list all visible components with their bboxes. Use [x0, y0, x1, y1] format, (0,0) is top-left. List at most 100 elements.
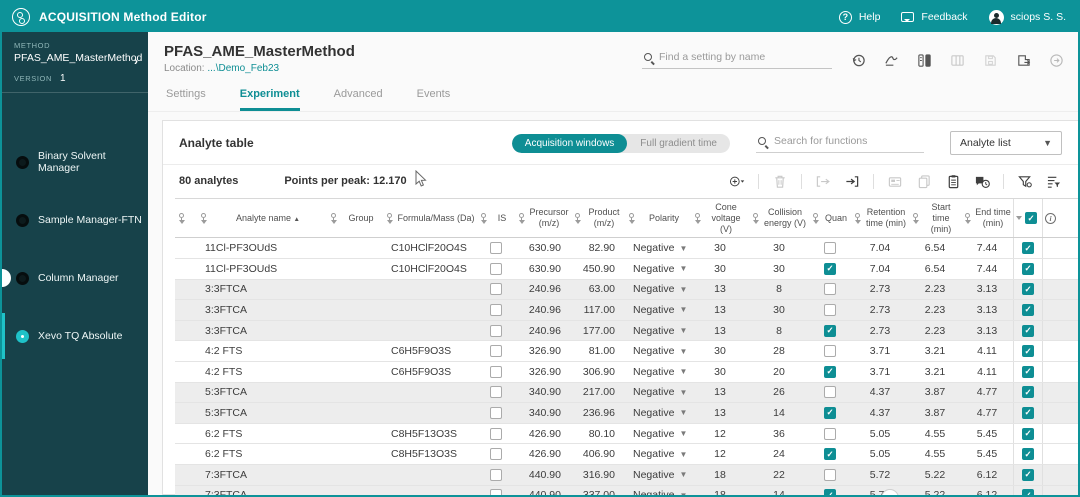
find-setting-search[interactable]: Find a setting by name	[642, 49, 832, 69]
cell-sel[interactable]	[1013, 258, 1043, 279]
cell-ce[interactable]: 30	[749, 238, 809, 258]
pin-icon[interactable]	[201, 212, 206, 222]
quan-checkbox[interactable]	[824, 427, 836, 440]
cell-ce[interactable]: 30	[749, 300, 809, 320]
pin-icon[interactable]	[855, 212, 860, 222]
cell-ce[interactable]: 20	[749, 362, 809, 382]
row-select-checkbox[interactable]	[1022, 303, 1034, 316]
cell-quan[interactable]	[809, 486, 851, 495]
cell-cone[interactable]: 30	[691, 341, 749, 361]
cell-name[interactable]: 5:3FTCA	[197, 383, 327, 403]
cell-group[interactable]	[327, 321, 383, 341]
cell-precursor[interactable]: 340.90	[515, 383, 571, 403]
cell-name[interactable]: 3:3FTCA	[197, 321, 327, 341]
is-checkbox[interactable]	[490, 303, 502, 316]
cell-end[interactable]: 5.45	[961, 424, 1013, 444]
cell-product[interactable]: 316.90	[571, 465, 625, 485]
cell-rt[interactable]: 3.71	[851, 362, 909, 382]
column-header-info[interactable]: i	[1043, 199, 1063, 237]
is-checkbox[interactable]	[490, 283, 502, 296]
row-filter-icon[interactable]	[1046, 173, 1062, 189]
tab-events[interactable]: Events	[417, 88, 451, 111]
cell-end[interactable]: 3.13	[961, 321, 1013, 341]
cell-is[interactable]	[477, 280, 515, 300]
cell-name[interactable]: 4:2 FTS	[197, 341, 327, 361]
feedback-link[interactable]: Feedback	[921, 11, 967, 23]
cell-cone[interactable]: 18	[691, 486, 749, 495]
quan-checkbox[interactable]	[824, 324, 836, 337]
cell-product[interactable]: 117.00	[571, 300, 625, 320]
cell-name[interactable]: 3:3FTCA	[197, 300, 327, 320]
toggle-full-gradient-time[interactable]: Full gradient time	[627, 134, 730, 153]
cell-name[interactable]: 4:2 FTS	[197, 362, 327, 382]
add-function-icon[interactable]	[729, 173, 745, 189]
cell-is[interactable]	[477, 341, 515, 361]
cell-quan[interactable]	[809, 259, 851, 279]
column-header-sel[interactable]	[1013, 199, 1043, 238]
cell-polarity[interactable]: Negative ▼	[625, 259, 691, 279]
cell-cone[interactable]: 13	[691, 403, 749, 423]
cell-ce[interactable]: 26	[749, 383, 809, 403]
sidebar-item-binary-solvent-manager[interactable]: Binary Solvent Manager	[2, 133, 148, 191]
cell-product[interactable]: 63.00	[571, 280, 625, 300]
cell-sel[interactable]	[1013, 300, 1043, 320]
cell-end[interactable]: 3.13	[961, 300, 1013, 320]
cell-group[interactable]	[327, 259, 383, 279]
copy-icon[interactable]	[916, 173, 932, 189]
cell-start[interactable]: 3.87	[909, 403, 961, 423]
quan-checkbox[interactable]	[824, 386, 836, 399]
sidebar-item-column-manager[interactable]: Column Manager	[2, 249, 148, 307]
cell-group[interactable]	[327, 280, 383, 300]
cell-precursor[interactable]: 326.90	[515, 341, 571, 361]
quan-checkbox[interactable]	[824, 489, 836, 495]
column-header-end[interactable]: End time (min)	[961, 199, 1013, 237]
cell-group[interactable]	[327, 300, 383, 320]
cell-sel[interactable]	[1013, 423, 1043, 444]
cell-formula[interactable]: C10HClF20O4S	[383, 259, 477, 279]
cell-precursor[interactable]: 426.90	[515, 444, 571, 464]
cell-quan[interactable]	[809, 362, 851, 382]
cell-cone[interactable]: 12	[691, 424, 749, 444]
cell-group[interactable]	[327, 403, 383, 423]
row-select-checkbox[interactable]	[1022, 427, 1034, 440]
cell-end[interactable]: 6.12	[961, 465, 1013, 485]
cell-formula[interactable]	[383, 465, 477, 485]
quan-checkbox[interactable]	[824, 345, 836, 358]
tab-experiment[interactable]: Experiment	[239, 88, 300, 111]
row-select-checkbox[interactable]	[1022, 283, 1034, 296]
cell-polarity[interactable]: Negative ▼	[625, 383, 691, 403]
cell-start[interactable]: 5.22	[909, 486, 961, 495]
cell-quan[interactable]	[809, 300, 851, 320]
cell-rt[interactable]: 2.73	[851, 321, 909, 341]
cell-group[interactable]	[327, 238, 383, 258]
cell-formula[interactable]: C6H5F9O3S	[383, 341, 477, 361]
cell-rt[interactable]: 5.72	[851, 465, 909, 485]
is-checkbox[interactable]	[490, 406, 502, 419]
cell-precursor[interactable]: 630.90	[515, 259, 571, 279]
cell-name[interactable]: 7:3FTCA	[197, 465, 327, 485]
cell-polarity[interactable]: Negative ▼	[625, 300, 691, 320]
info-icon[interactable]: i	[1045, 212, 1056, 224]
cell-precursor[interactable]: 630.90	[515, 238, 571, 258]
cell-sel[interactable]	[1013, 382, 1043, 403]
quan-checkbox[interactable]	[824, 406, 836, 419]
cell-ce[interactable]: 8	[749, 321, 809, 341]
pin-icon[interactable]	[481, 212, 486, 222]
cell-cone[interactable]: 18	[691, 465, 749, 485]
quan-checkbox[interactable]	[824, 448, 836, 461]
cell-quan[interactable]	[809, 238, 851, 258]
cell-sel[interactable]	[1013, 238, 1043, 258]
cell-precursor[interactable]: 240.96	[515, 280, 571, 300]
is-checkbox[interactable]	[490, 427, 502, 440]
cell-cone[interactable]: 12	[691, 444, 749, 464]
quan-checkbox[interactable]	[824, 242, 836, 255]
cell-sel[interactable]	[1013, 361, 1043, 382]
cell-rt[interactable]: 4.37	[851, 403, 909, 423]
cell-ce[interactable]: 14	[749, 403, 809, 423]
help-icon[interactable]: ?	[838, 10, 852, 24]
cell-start[interactable]: 2.23	[909, 300, 961, 320]
user-name[interactable]: sciops S. S.	[1011, 11, 1066, 23]
cell-cone[interactable]: 30	[691, 362, 749, 382]
cell-start[interactable]: 2.23	[909, 321, 961, 341]
cell-ce[interactable]: 22	[749, 465, 809, 485]
